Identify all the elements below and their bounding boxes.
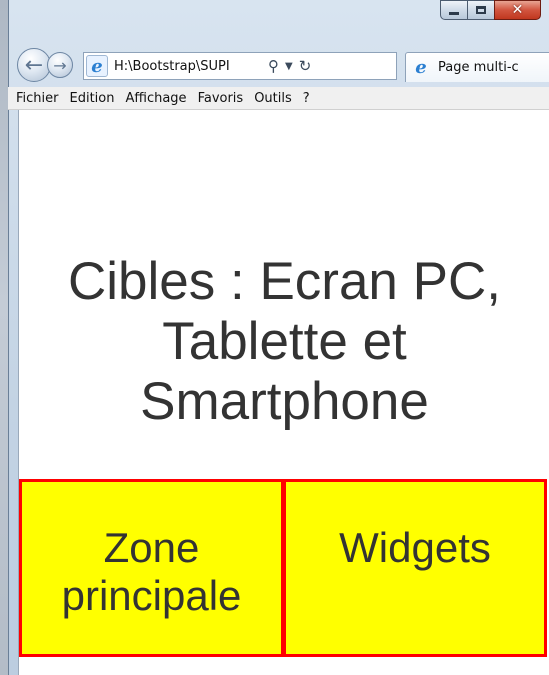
forward-button[interactable]: → [47,52,73,78]
arrow-right-icon: → [53,55,67,75]
maximize-button[interactable] [467,0,495,20]
search-icon[interactable]: ⚲ [268,57,279,75]
back-button[interactable]: ← [17,48,51,82]
close-button[interactable]: ✕ [494,0,541,20]
navigation-bar: ← → e H:\Bootstrap\SUPI ⚲ ▼ ↻ e Page mul… [9,44,549,84]
ie-page-icon: e [86,55,108,77]
menu-edition[interactable]: Edition [70,91,115,106]
tab-page-multi[interactable]: e Page multi-c [405,52,549,82]
arrow-left-icon: ← [24,52,44,78]
page-content: Cibles : Ecran PC, Tablette et Smartphon… [18,110,549,675]
menu-favoris[interactable]: Favoris [198,91,244,106]
page-title: Cibles : Ecran PC, Tablette et Smartphon… [68,252,501,431]
menu-fichier[interactable]: Fichier [16,91,59,106]
maximize-icon [476,6,486,14]
close-icon: ✕ [511,2,524,18]
menu-bar: Fichier Edition Affichage Favoris Outils… [8,87,549,110]
zone-principale-label: Zone principale [61,524,242,619]
zone-principale-box: Zone principale [19,479,284,657]
widgets-box: Widgets [282,479,547,657]
address-input[interactable]: H:\Bootstrap\SUPI [114,59,262,74]
widgets-label: Widgets [339,524,491,571]
menu-help[interactable]: ? [303,91,310,106]
address-bar[interactable]: e H:\Bootstrap\SUPI ⚲ ▼ ↻ [83,52,397,80]
refresh-icon[interactable]: ↻ [299,57,312,75]
menu-affichage[interactable]: Affichage [125,91,186,106]
tab-label: Page multi-c [438,60,519,75]
window-caption-buttons: ✕ [440,0,541,20]
ie-tab-icon: e [415,57,427,78]
minimize-icon [449,11,459,15]
minimize-button[interactable] [440,0,468,20]
layout-boxes: Zone principale Widgets [19,479,549,657]
chevron-down-icon[interactable]: ▼ [285,61,293,72]
menu-outils[interactable]: Outils [254,91,292,106]
